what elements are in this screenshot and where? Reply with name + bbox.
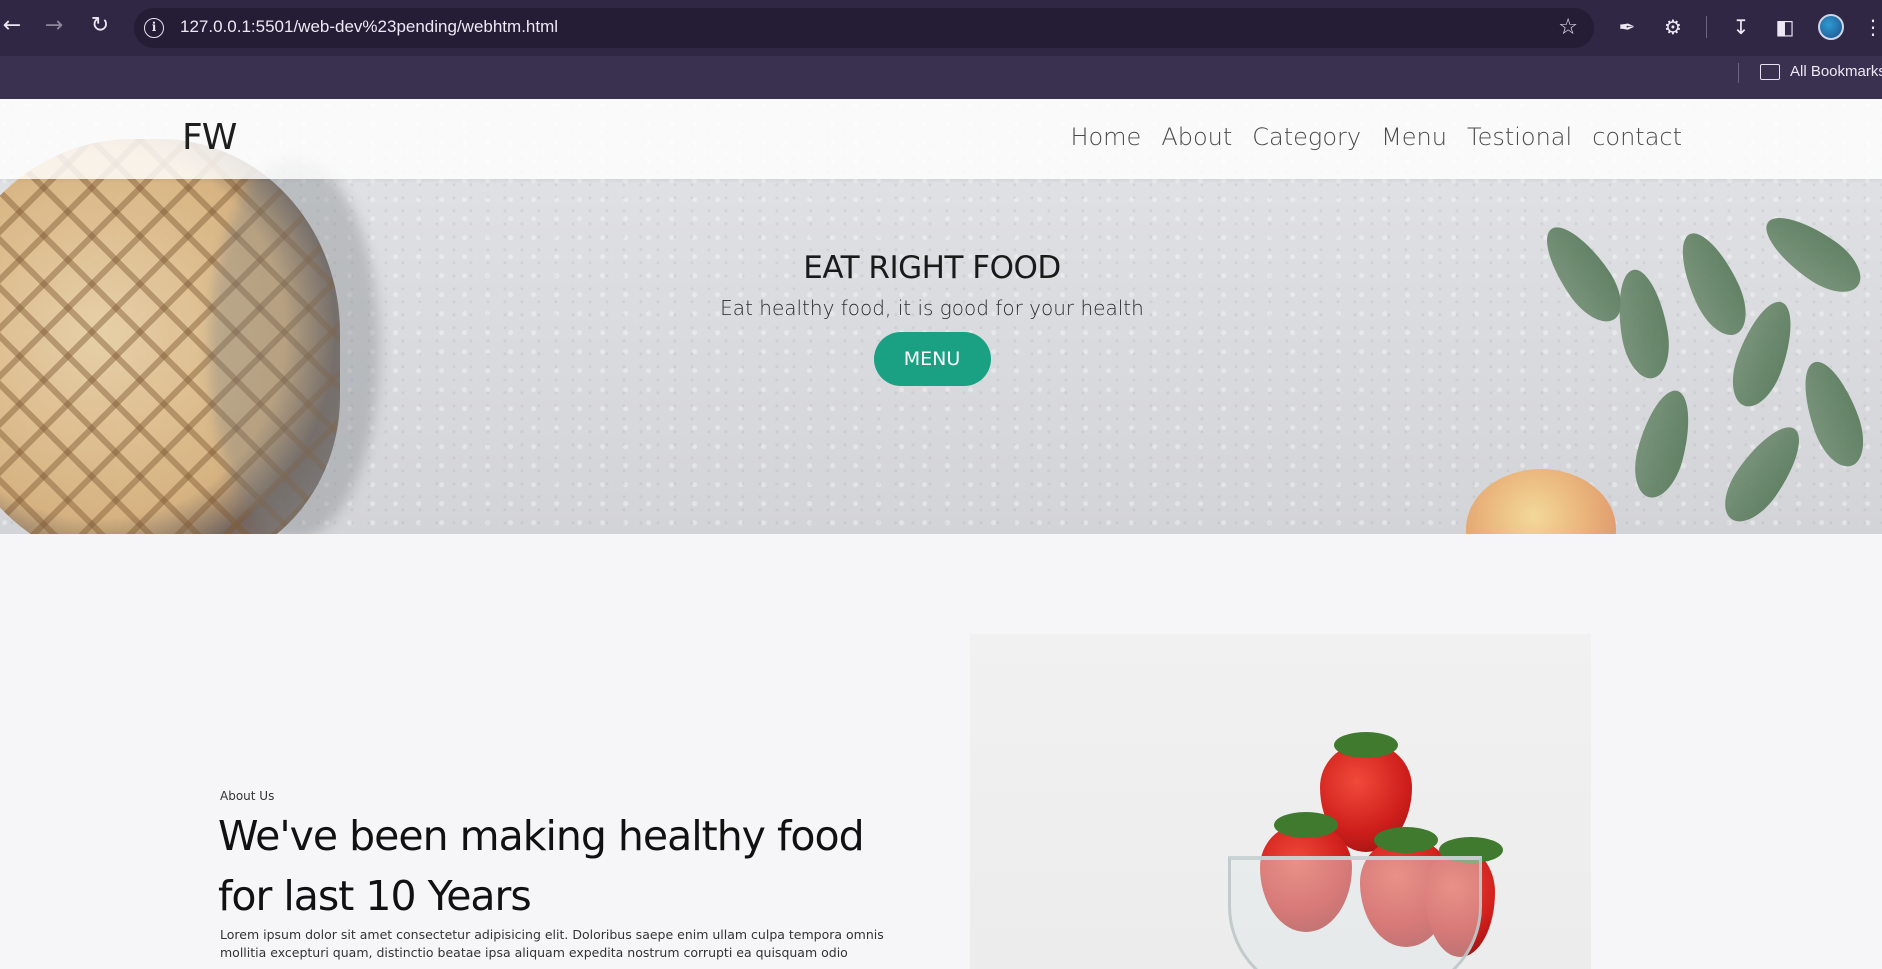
- menu-button[interactable]: MENU: [873, 332, 991, 386]
- reload-icon[interactable]: ↻: [88, 14, 112, 38]
- download-icon[interactable]: ↧: [1728, 14, 1754, 40]
- nav-home[interactable]: Home: [1070, 123, 1141, 151]
- about-heading: We've been making healthy food for last …: [218, 812, 865, 920]
- hero-title: EAT RIGHT FOOD: [803, 250, 1061, 286]
- about-kicker: About Us: [220, 789, 275, 803]
- extensions-icon[interactable]: ⚙: [1660, 14, 1686, 40]
- strawberries-image: [970, 634, 1591, 969]
- bookmark-divider: [1738, 63, 1739, 83]
- about-body: Lorem ipsum dolor sit amet consectetur a…: [220, 927, 884, 960]
- toolbar-divider: [1706, 16, 1707, 38]
- hero-content: EAT RIGHT FOOD Eat healthy food, it is g…: [0, 250, 1864, 386]
- star-icon[interactable]: ☆: [1558, 15, 1578, 40]
- side-panel-icon[interactable]: ◧: [1772, 14, 1798, 40]
- profile-avatar[interactable]: [1818, 14, 1844, 40]
- glass-bowl: [1228, 856, 1482, 969]
- folder-icon[interactable]: [1760, 64, 1780, 80]
- browser-chrome: ← → ↻ i 127.0.0.1:5501/web-dev%23pending…: [0, 0, 1882, 99]
- back-icon[interactable]: ←: [0, 14, 24, 38]
- more-icon[interactable]: ⋮: [1860, 14, 1882, 40]
- forward-icon[interactable]: →: [42, 14, 66, 38]
- nav-links: Home About Category Menu Testional conta…: [1070, 123, 1682, 151]
- eyedropper-icon[interactable]: ✒: [1614, 14, 1640, 40]
- site-logo[interactable]: FW: [182, 117, 237, 158]
- site-info-icon[interactable]: i: [144, 18, 164, 38]
- nav-menu[interactable]: Menu: [1381, 123, 1447, 151]
- nav-testional[interactable]: Testional: [1467, 123, 1572, 151]
- all-bookmarks-link[interactable]: All Bookmarks: [1790, 63, 1882, 80]
- site-navbar: FW Home About Category Menu Testional co…: [0, 99, 1882, 179]
- address-bar[interactable]: i 127.0.0.1:5501/web-dev%23pending/webht…: [134, 8, 1594, 48]
- nav-category[interactable]: Category: [1252, 123, 1361, 151]
- nav-contact[interactable]: contact: [1592, 123, 1682, 151]
- url-text[interactable]: 127.0.0.1:5501/web-dev%23pending/webhtm.…: [180, 17, 558, 37]
- nav-about[interactable]: About: [1161, 123, 1232, 151]
- hero-subtitle: Eat healthy food, it is good for your he…: [720, 296, 1144, 320]
